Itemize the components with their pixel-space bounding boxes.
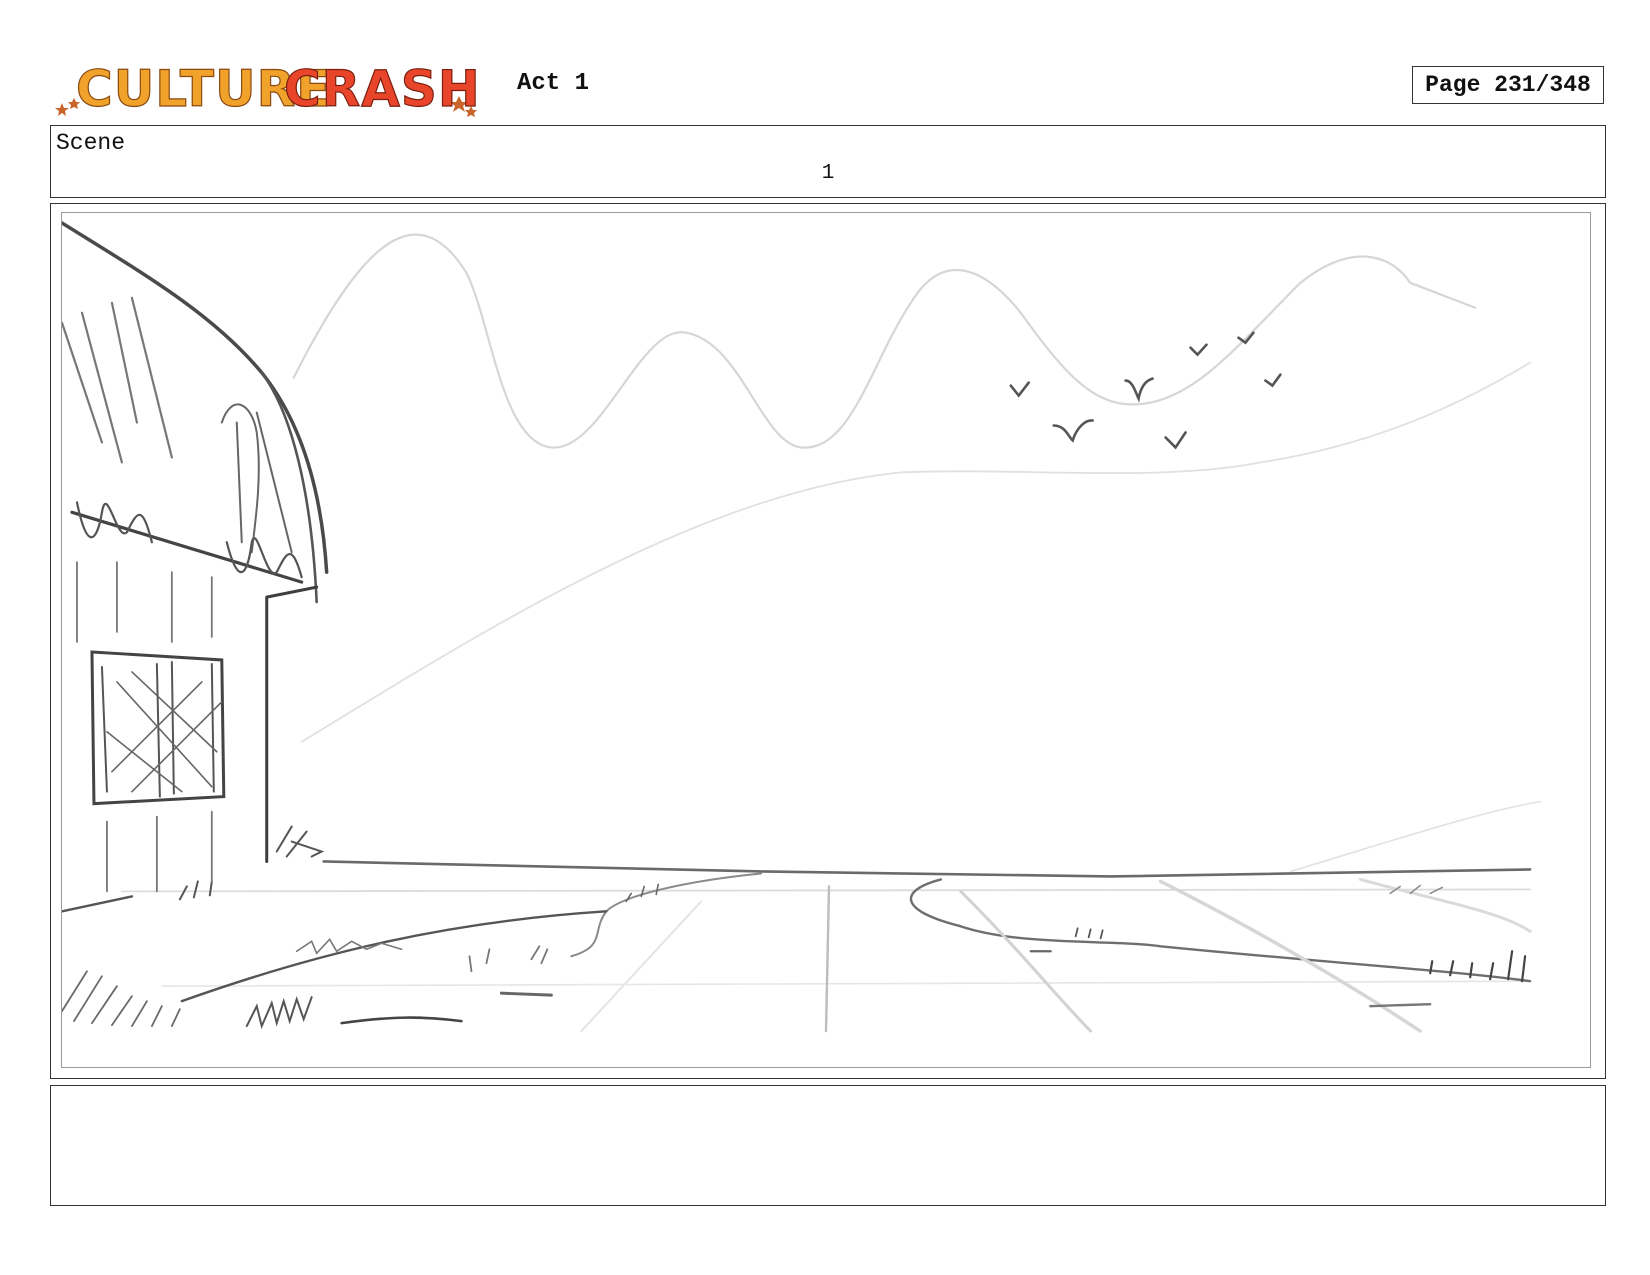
scene-label: Scene (56, 130, 126, 156)
house-wall (265, 585, 319, 863)
culture-crash-logo: CULTURE CRASH (52, 48, 502, 120)
act-label: Act 1 (517, 70, 590, 97)
panel-sketch (62, 221, 1541, 1033)
notes-text (51, 1086, 1605, 1098)
panel-notes[interactable] (50, 1085, 1606, 1206)
mountain-ridge (292, 233, 1477, 449)
road-left-edge (570, 872, 763, 958)
hillside (300, 361, 1531, 743)
panel-drawing-area (61, 212, 1591, 1068)
scene-number: 1 (821, 162, 835, 185)
scene-field[interactable]: Scene 1 (50, 125, 1606, 198)
road-right-edge (909, 878, 1532, 983)
ground-line (121, 888, 1531, 893)
horizon-line (322, 860, 1532, 878)
far-field-line (1289, 800, 1541, 873)
birds (1009, 331, 1282, 450)
storyboard-panel[interactable] (50, 203, 1606, 1079)
svg-text:CRASH: CRASH (284, 60, 481, 118)
page-counter: Page 231/348 (1412, 66, 1604, 104)
